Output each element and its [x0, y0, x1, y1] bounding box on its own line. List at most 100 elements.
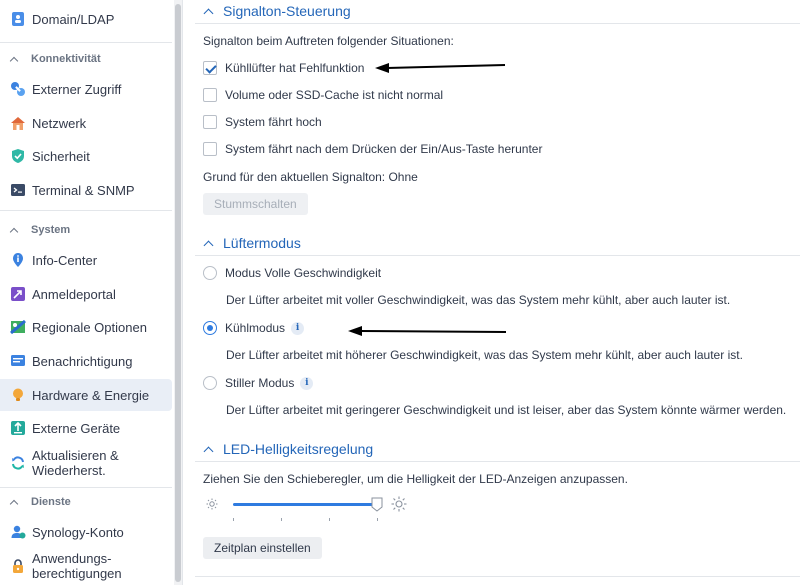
sidebar-item-label: Benachrichtigung — [32, 353, 133, 369]
chevron-up-icon — [203, 6, 213, 16]
sidebar-item-notification[interactable]: Benachrichtigung — [0, 345, 172, 377]
checkbox-label: Volume oder SSD-Cache ist nicht normal — [225, 88, 444, 102]
led-brightness-slider-thumb[interactable] — [371, 497, 383, 512]
led-brightness-slider-track[interactable] — [233, 503, 378, 506]
sidebar-item-network[interactable]: Netzwerk — [0, 107, 172, 139]
external-devices-icon — [10, 420, 26, 436]
terminal-icon — [10, 182, 26, 198]
radio-cool-mode[interactable]: Kühlmodus i — [203, 320, 305, 336]
sidebar-item-label: Sicherheit — [32, 148, 90, 164]
sidebar-item-domain-ldap[interactable]: Domain/LDAP — [0, 3, 172, 35]
chevron-up-icon — [10, 226, 19, 235]
slider-tick — [281, 518, 282, 521]
sidebar-item-label: Externe Geräte — [32, 420, 121, 436]
lightbulb-icon — [10, 387, 26, 403]
slider-tick — [329, 518, 330, 521]
info-icon[interactable]: i — [291, 321, 305, 335]
mute-button[interactable]: Stummschalten — [203, 193, 308, 215]
radio-button[interactable] — [203, 266, 217, 280]
external-access-icon — [10, 81, 26, 97]
login-portal-icon — [10, 286, 26, 302]
lock-icon — [10, 558, 26, 574]
slider-tick — [377, 518, 378, 521]
sidebar-item-security[interactable]: Sicherheit — [0, 140, 172, 172]
section-title: Signalton-Steuerung — [223, 3, 351, 19]
label-line-2: Wiederherst. — [32, 463, 106, 478]
checkbox[interactable] — [203, 115, 217, 129]
sidebar-item-label: Anwendungs- berechtigungen — [32, 551, 122, 581]
radio-button[interactable] — [203, 321, 217, 335]
sidebar-item-hardware-energy[interactable]: Hardware & Energie — [0, 379, 172, 411]
label-line-1: Aktualisieren & — [32, 448, 119, 463]
sidebar-item-terminal-snmp[interactable]: Terminal & SNMP — [0, 174, 172, 206]
section-header-beep[interactable]: Signalton-Steuerung — [203, 1, 351, 21]
annotation-arrow — [348, 326, 507, 336]
checkbox[interactable] — [203, 88, 217, 102]
section-divider — [195, 255, 800, 256]
sidebar-item-label: Hardware & Energie — [32, 387, 150, 403]
slider-tick — [233, 518, 234, 521]
sidebar-scrollbar[interactable] — [174, 0, 182, 585]
sidebar-item-label: Info-Center — [32, 252, 98, 268]
chevron-up-icon — [10, 55, 19, 64]
main-panel: Signalton-Steuerung Signalton beim Auftr… — [183, 0, 800, 585]
sidebar-item-label: Domain/LDAP — [32, 11, 115, 27]
sidebar-item-external-access[interactable]: Externer Zugriff — [0, 73, 172, 105]
group-connectivity[interactable]: Konnektivität — [0, 46, 172, 72]
led-intro: Ziehen Sie den Schieberegler, um die Hel… — [203, 472, 628, 486]
fan-mode-description: Der Lüfter arbeitet mit höherer Geschwin… — [226, 348, 743, 362]
section-divider — [195, 576, 800, 577]
section-divider — [195, 23, 800, 24]
sidebar-item-app-permissions[interactable]: Anwendungs- berechtigungen — [0, 549, 172, 583]
sidebar-item-login-portal[interactable]: Anmeldeportal — [0, 278, 172, 310]
sidebar-item-info-center[interactable]: Info-Center — [0, 244, 172, 276]
info-icon[interactable]: i — [300, 376, 314, 390]
domain-icon — [10, 11, 26, 27]
sidebar-item-synology-account[interactable]: Synology-Konto — [0, 516, 172, 548]
sidebar-item-label: Terminal & SNMP — [32, 182, 135, 198]
sidebar-item-regional-options[interactable]: Regionale Optionen — [0, 311, 172, 343]
checkbox-system-shutdown[interactable]: System fährt nach dem Drücken der Ein/Au… — [203, 141, 542, 157]
fan-mode-description: Der Lüfter arbeitet mit voller Geschwind… — [226, 293, 731, 307]
beep-reason: Grund für den aktuellen Signalton: Ohne — [203, 170, 418, 184]
annotation-arrow — [375, 63, 506, 73]
sidebar-item-label: Aktualisieren & Wiederherst. — [32, 448, 119, 478]
checkbox-label: Kühllüfter hat Fehlfunktion — [225, 61, 365, 75]
checkbox[interactable] — [203, 61, 217, 75]
sidebar-item-external-devices[interactable]: Externe Geräte — [0, 412, 172, 444]
checkbox-system-boot[interactable]: System fährt hoch — [203, 114, 322, 130]
radio-label: Modus Volle Geschwindigkeit — [225, 266, 382, 280]
group-system[interactable]: System — [0, 217, 172, 243]
schedule-button[interactable]: Zeitplan einstellen — [203, 537, 322, 559]
network-icon — [10, 115, 26, 131]
checkbox-fan-failure[interactable]: Kühllüfter hat Fehlfunktion — [203, 60, 364, 76]
info-icon — [10, 252, 26, 268]
checkbox[interactable] — [203, 142, 217, 156]
radio-full-speed[interactable]: Modus Volle Geschwindigkeit — [203, 265, 381, 281]
group-label: Konnektivität — [31, 53, 101, 65]
section-header-led[interactable]: LED-Helligkeitsregelung — [203, 439, 373, 459]
sidebar-item-update-restore[interactable]: Aktualisieren & Wiederherst. — [0, 446, 172, 480]
chevron-up-icon — [10, 498, 19, 507]
divider — [0, 210, 172, 211]
shield-icon — [10, 148, 26, 164]
group-services[interactable]: Dienste — [0, 489, 172, 515]
checkbox-volume-abnormal[interactable]: Volume oder SSD-Cache ist nicht normal — [203, 87, 443, 103]
group-label: System — [31, 224, 71, 236]
divider — [0, 42, 172, 43]
section-divider — [195, 461, 800, 462]
group-label: Dienste — [31, 496, 71, 508]
radio-button[interactable] — [203, 376, 217, 390]
regional-icon — [10, 319, 26, 335]
radio-quiet-mode[interactable]: Stiller Modus i — [203, 375, 314, 391]
sidebar-scrollbar-thumb[interactable] — [175, 4, 181, 582]
label-line-1: Anwendungs- — [32, 551, 112, 566]
beep-intro: Signalton beim Auftreten folgender Situa… — [203, 34, 454, 48]
section-title: Lüftermodus — [223, 235, 301, 251]
sidebar-item-label: Anmeldeportal — [32, 286, 116, 302]
checkbox-label: System fährt hoch — [225, 115, 322, 129]
section-header-fan[interactable]: Lüftermodus — [203, 233, 301, 253]
brightness-low-icon — [205, 497, 219, 511]
sidebar-item-label: Synology-Konto — [32, 524, 124, 540]
sidebar-item-label: Netzwerk — [32, 115, 87, 131]
